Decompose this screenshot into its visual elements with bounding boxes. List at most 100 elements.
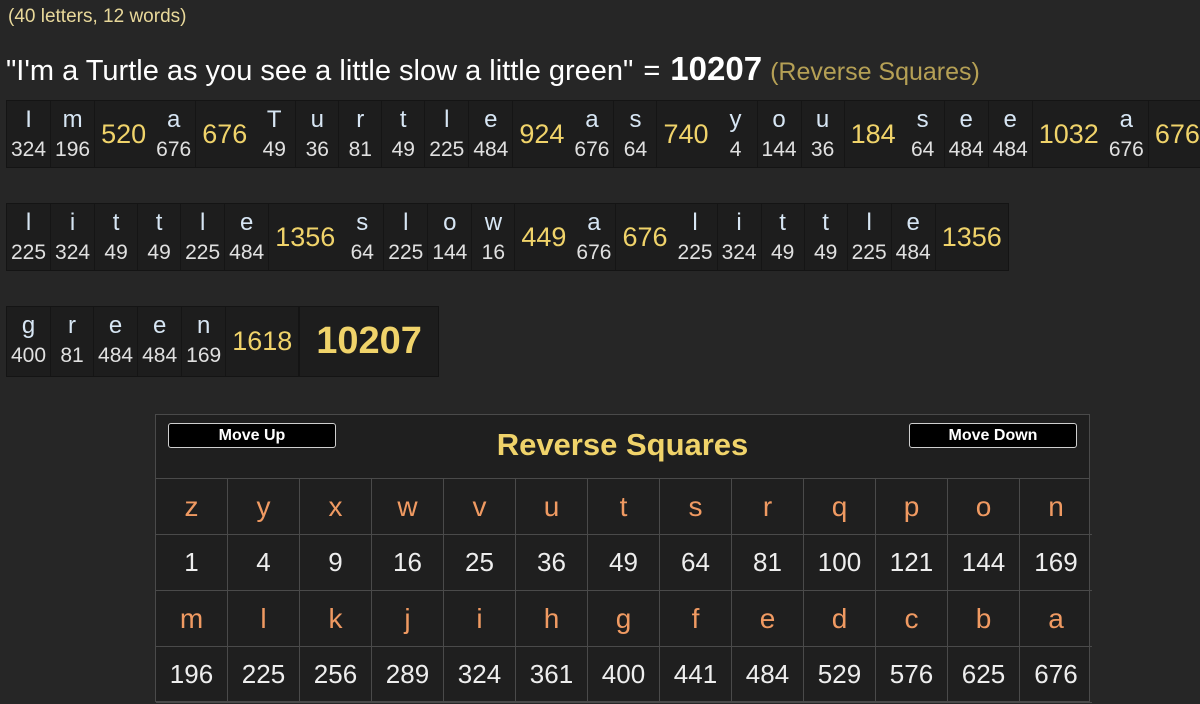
letter-cell: i 324 [718,204,762,270]
word-breakdown-box: l 225 i 324 t 49 t 49 l 225 e 484 1356 s 64 l 225 o 144 w 16… [6,203,1009,271]
letter-value: 64 [910,138,935,161]
letter-value: 49 [391,138,415,161]
letter-char: t [112,209,120,236]
letter-char: s [356,209,369,236]
letter-cell: l 225 [384,204,429,270]
letter-value: 16 [481,241,506,264]
letter-char: s [916,106,929,133]
cipher-letter-cell: x [300,479,372,535]
stats-line: (40 letters, 12 words) [8,6,187,27]
cipher-letter-cell: g [588,591,660,647]
cipher-value-cell: 64 [660,535,732,591]
move-down-button[interactable]: Move Down [909,423,1077,448]
letter-value: 36 [305,138,329,161]
letter-char: e [484,106,498,133]
letter-value: 64 [623,138,648,161]
letter-char: u [310,106,324,133]
cipher-value-cell: 121 [876,535,948,591]
letter-char: u [815,106,830,133]
cipher-letter-cell: s [660,479,732,535]
letter-cell: a 676 [1105,101,1149,167]
phrase-text: "I'm a Turtle as you see a little slow a… [6,55,634,87]
letter-value: 144 [761,138,797,161]
word-total: 184 [850,118,896,149]
letter-char: l [25,209,32,236]
cipher-value-cell: 49 [588,535,660,591]
letter-value: 144 [432,241,468,264]
letter-cell: t 49 [95,204,139,270]
cipher-value-cell: 256 [300,647,372,703]
cipher-panel: Move Up Reverse Squares Move Down zyxwvu… [155,414,1092,703]
letter-value: 400 [11,344,47,367]
letter-value: 676 [156,138,192,161]
cipher-value-cell: 25 [444,535,516,591]
cipher-letter-cell: r [732,479,804,535]
cipher-letter-cell: w [372,479,444,535]
word-total: 740 [663,118,709,149]
cipher-letter-cell: j [372,591,444,647]
word-total: 676 [1154,118,1200,149]
letter-cell: s 64 [902,101,945,167]
cipher-value-cell: 484 [732,647,804,703]
cipher-letter-cell: a [1020,591,1092,647]
letter-char: w [484,209,503,236]
letter-char: i [69,209,76,236]
letter-value: 225 [429,138,465,161]
letter-cell: l 225 [181,204,226,270]
letter-char: l [866,209,872,236]
cipher-letter-cell: f [660,591,732,647]
letter-value: 49 [147,241,171,264]
cipher-value-cell: 324 [444,647,516,703]
cipher-letter-cell: u [516,479,588,535]
cipher-letter-cell: d [804,591,876,647]
letter-value: 81 [348,138,372,161]
cipher-value-cell: 1 [156,535,228,591]
breakdown-row-1: I 324 m 196 520 a 676 676 T 49 u 36 r 81 t 49 l 225 e 484 92… [6,100,1200,168]
grand-total: 10207 [299,306,439,377]
letter-char: e [959,106,973,133]
cipher-letter-cell: t [588,479,660,535]
letter-cell: m 196 [51,101,96,167]
letter-cell: r 81 [339,101,383,167]
letter-cell: r 81 [51,307,95,376]
letter-value: 49 [770,241,795,264]
letter-cell: t 49 [805,204,848,270]
letter-cell: u 36 [296,101,340,167]
cipher-table: z y x w v u t s r q p o n 1 4 9 16 25 36 49 64 81 100 121 144 169… [156,479,1092,703]
phrase-total: 10207 [670,50,763,87]
cipher-value-cell: 676 [1020,647,1092,703]
word-breakdown-box: g 400 r 81 e 484 e 484 n 169 1618 [6,306,300,377]
letter-cell: y4 [715,101,758,167]
letter-char: l [199,209,206,236]
cipher-value-cell: 100 [804,535,876,591]
cipher-value-cell: 4 [228,535,300,591]
letter-cell: e 484 [892,204,936,270]
letter-value: 484 [992,138,1028,161]
cipher-value-cell: 529 [804,647,876,703]
letter-char: a [587,209,601,236]
cipher-letter-cell: p [876,479,948,535]
letter-char: g [21,312,36,339]
letter-char: o [443,209,457,236]
letter-cell: l 225 [425,101,470,167]
cipher-value-cell: 625 [948,647,1020,703]
letter-cell: a 676 [570,101,615,167]
letter-value: 225 [11,241,47,264]
cipher-letter-cell: o [948,479,1020,535]
cipher-letter-cell: k [300,591,372,647]
letter-cell: e 484 [989,101,1033,167]
letter-value: 225 [185,241,221,264]
letter-value: 676 [574,138,610,161]
word-total: 676 [202,118,248,149]
letter-cell: t 49 [762,204,805,270]
letter-value: 676 [1108,138,1144,161]
letter-value: 676 [576,241,612,264]
breakdown-row-2: l 225 i 324 t 49 t 49 l 225 e 484 1356 s 64 l 225 o 144 w 16… [6,203,1009,271]
letter-char: a [167,106,181,133]
letter-char: t [822,209,829,236]
cipher-value-cell: 16 [372,535,444,591]
letter-cell: a 676 [152,101,197,167]
letter-value: 225 [851,241,887,264]
cipher-name[interactable]: (Reverse Squares) [770,58,980,87]
cipher-letter-cell: q [804,479,876,535]
